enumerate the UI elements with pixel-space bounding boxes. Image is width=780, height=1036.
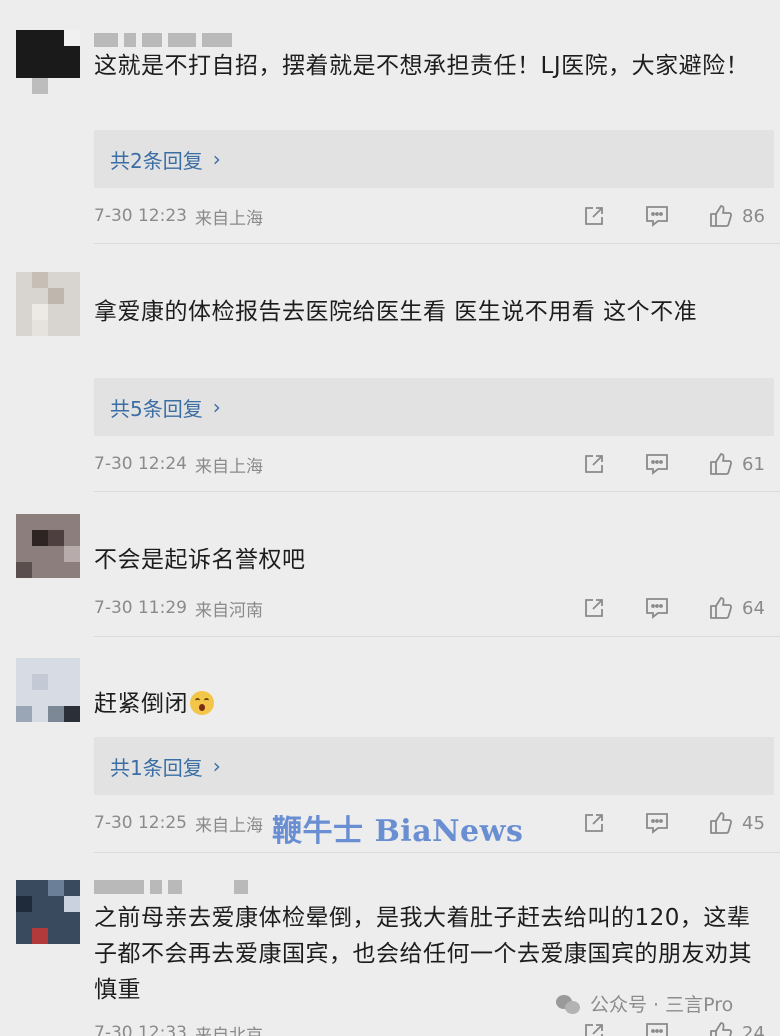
location: 来自上海 [194,208,263,229]
comment-button[interactable] [644,452,670,476]
replies-count: 共5条回复 [110,396,203,421]
chevron-right-icon: › [212,754,221,778]
like-button[interactable]: 45 [708,810,768,836]
thumbs-up-icon [710,205,733,227]
comment-icon [646,206,668,227]
divider [94,852,780,853]
thumbs-up-icon [710,812,733,834]
like-count: 64 [742,597,765,619]
avatar[interactable] [16,30,80,94]
footer-brand-text: 公众号 · 三言Pro [590,994,734,1016]
avatar[interactable] [16,658,80,722]
like-count: 24 [742,1022,765,1036]
comment-icon [646,598,668,619]
share-button[interactable] [582,596,606,620]
username-redacted[interactable] [94,33,232,47]
comment-text: 这就是不打自招，摆着就是不想承担责任！LJ医院，大家避险！ [94,53,750,79]
replies-count: 共1条回复 [110,755,203,780]
like-count: 45 [742,812,765,834]
share-button[interactable] [582,204,606,228]
share-icon [585,1024,603,1036]
location: 来自河南 [194,600,263,621]
watermark-text: 鞭牛士 BiaNews [272,814,524,849]
share-icon [585,207,603,225]
share-button[interactable] [582,811,606,835]
avatar[interactable] [16,272,80,336]
divider [94,636,780,637]
like-button[interactable]: 24 [708,1020,768,1036]
thumbs-up-icon [710,597,733,619]
like-button[interactable]: 61 [708,451,768,477]
like-count: 86 [742,205,765,227]
location: 来自上海 [194,456,263,477]
timestamp: 7-30 12:23 [94,206,187,226]
comment-button[interactable] [644,811,670,835]
chevron-right-icon: › [212,395,221,419]
share-icon [585,455,603,473]
share-button[interactable] [582,1021,606,1036]
comment-icon [646,813,668,834]
comment-icon [646,454,668,475]
like-button[interactable]: 86 [708,203,768,229]
share-icon [585,814,603,832]
comment-button[interactable] [644,596,670,620]
footer-brand: 公众号 · 三言Pro [556,990,733,1017]
timestamp: 7-30 12:25 [94,813,187,833]
timestamp: 7-30 11:29 [94,598,187,618]
view-replies-button[interactable]: 共1条回复 › [94,737,774,795]
timestamp: 7-30 12:24 [94,454,187,474]
avatar[interactable] [16,880,80,944]
astonished-emoji-icon [190,691,214,715]
comment-meta: 7-30 12:33 来自北京 24 [94,1018,774,1036]
location: 来自上海 [194,815,263,836]
avatar[interactable] [16,514,80,578]
thumbs-up-icon [710,453,733,475]
comment-meta: 7-30 12:24 来自上海 61 [94,449,774,479]
username-redacted[interactable] [94,880,248,894]
timestamp: 7-30 12:33 [94,1023,187,1036]
view-replies-button[interactable]: 共5条回复 › [94,378,774,436]
comment-text: 不会是起诉名誉权吧 [94,547,306,573]
comment-meta: 7-30 12:23 来自上海 86 [94,201,774,231]
comment-button[interactable] [644,204,670,228]
divider [94,243,780,244]
location: 来自北京 [194,1025,263,1036]
comment-text-content: 赶紧倒闭 [94,691,188,717]
thumbs-up-icon [710,1022,733,1036]
wechat-icon [556,993,582,1015]
comment-text: 拿爱康的体检报告去医院给医生看 医生说不用看 这个不准 [94,299,698,325]
view-replies-button[interactable]: 共2条回复 › [94,130,774,188]
divider [94,491,780,492]
like-count: 61 [742,453,765,475]
chevron-right-icon: › [212,147,221,171]
comment-text: 赶紧倒闭 [94,686,766,722]
replies-count: 共2条回复 [110,148,203,173]
comment-meta: 7-30 11:29 来自河南 64 [94,593,774,623]
comment-button[interactable] [644,1021,670,1036]
like-button[interactable]: 64 [708,595,768,621]
comment-icon [646,1023,668,1036]
share-button[interactable] [582,452,606,476]
share-icon [585,599,603,617]
